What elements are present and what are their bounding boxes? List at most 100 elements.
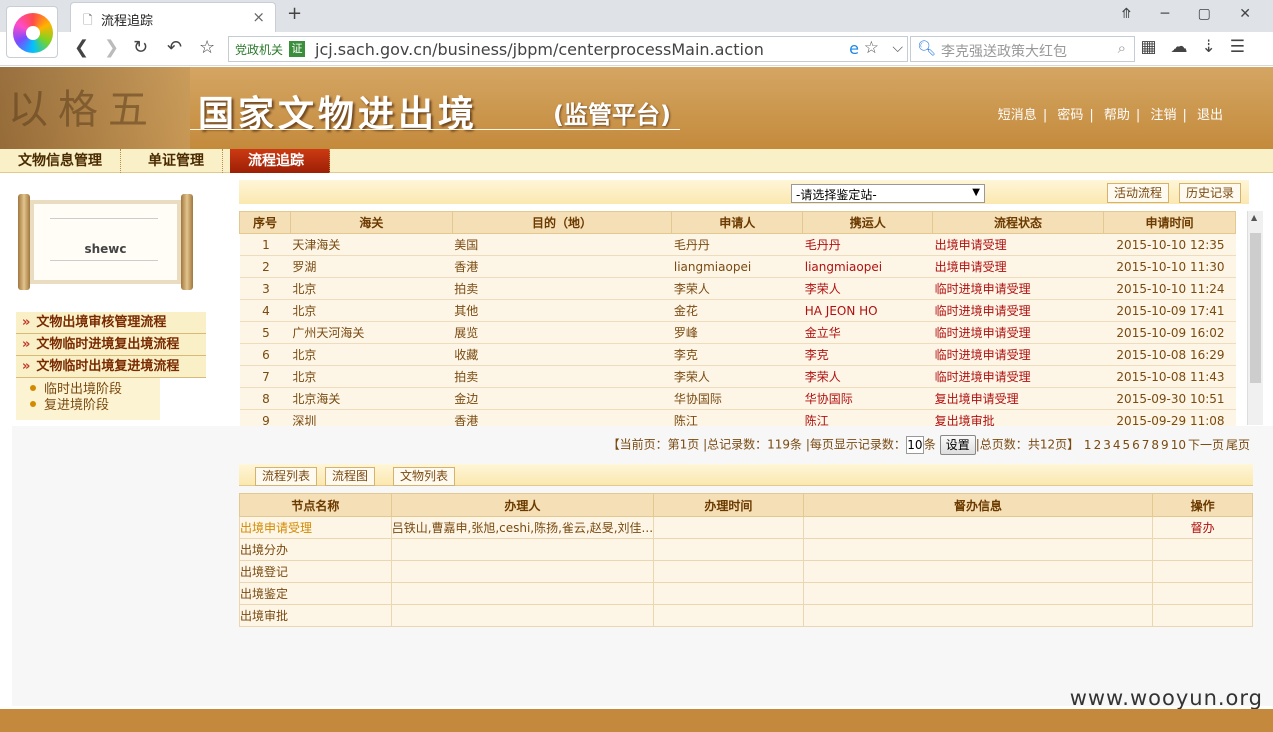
table-row[interactable]: 6 北京 收藏 李克 李克 临时进境申请受理 2015-10-08 16:29 <box>239 343 1236 366</box>
tab-relic-list[interactable]: 文物列表 <box>393 467 456 486</box>
tab-history[interactable]: 历史记录 <box>1179 183 1242 203</box>
forward-icon[interactable]: ❯ <box>104 37 119 59</box>
page-links: 1 2 3 4 5 6 7 8 9 10 下一页 尾页 <box>1083 438 1251 452</box>
window-controls[interactable]: ⤊ ─ ▢ ✕ <box>1121 6 1263 22</box>
address-bar[interactable]: 党政机关 证 jcj.sach.gov.cn/business/jbpm/cen… <box>228 36 908 62</box>
search-icon[interactable]: ⌕ <box>1118 39 1126 57</box>
col-header: 办理时间 <box>653 493 804 517</box>
close-tab-icon[interactable]: × <box>252 8 265 26</box>
set-page-size-button[interactable]: 设置 <box>939 435 976 455</box>
pager-label: 【当前页： <box>607 437 668 452</box>
pager-label: |每页显示记录数： <box>805 437 906 452</box>
cell-status: 临时进境申请受理 <box>932 321 1104 344</box>
toolbar-icons[interactable]: ▦☁⇣☰ <box>1140 37 1259 57</box>
cell-action[interactable]: 督办 <box>1152 516 1253 539</box>
browser-tab[interactable]: 🗋 流程追踪 × <box>70 2 276 32</box>
back-icon[interactable]: ❮ <box>74 37 89 59</box>
tab-flow-list[interactable]: 流程列表 <box>255 467 318 486</box>
table-row[interactable]: 7 北京 拍卖 李荣人 李荣人 临时进境申请受理 2015-10-08 11:43 <box>239 365 1236 388</box>
page-link[interactable]: 8 <box>1151 438 1159 452</box>
page-link[interactable]: 9 <box>1161 438 1169 452</box>
tab-active-flows[interactable]: 活动流程 <box>1107 183 1170 203</box>
ie-mode-icon[interactable]: e <box>849 39 859 58</box>
page-link[interactable]: 尾页 <box>1226 438 1250 452</box>
cell-applicant: 李荣人 <box>671 277 803 300</box>
menu-relic-info[interactable]: 文物信息管理 <box>0 149 121 173</box>
link-exit[interactable]: 退出 <box>1197 108 1223 123</box>
cell-applicant: 罗峰 <box>671 321 803 344</box>
cell-no: 3 <box>239 277 291 300</box>
link-messages[interactable]: 短消息 <box>998 108 1037 123</box>
cell-node-name: 出境分办 <box>239 538 392 561</box>
table-row[interactable]: 5 广州天河海关 展览 罗峰 金立华 临时进境申请受理 2015-10-09 16:02 <box>239 321 1236 344</box>
reload-icon[interactable]: ↻ <box>133 37 148 59</box>
ancient-glyphs: 以格五 <box>8 87 158 133</box>
table-scrollbar[interactable]: ▲ <box>1247 211 1263 425</box>
cell-customs[interactable]: 罗湖 <box>290 255 453 278</box>
favorite-icon[interactable]: ☆ <box>864 38 879 58</box>
page-size-input[interactable]: 10 <box>905 436 924 454</box>
cell-handlers <box>390 560 655 583</box>
table-row: 出境申请受理 吕铁山,曹嘉申,张旭,ceshi,陈扬,雀云,赵旻,刘佳... 督办 <box>239 516 1253 539</box>
submenu-item-temp-export-stage[interactable]: 临时出境阶段 <box>30 382 160 398</box>
page-link[interactable]: 6 <box>1132 438 1140 452</box>
bookmark-star-icon[interactable]: ☆ <box>199 37 215 59</box>
cell-destination: 其他 <box>452 299 672 322</box>
table-row[interactable]: 2 罗湖 香港 liangmiaopei liangmiaopei 出境申请受理 2015-… <box>239 255 1236 278</box>
station-select[interactable]: -请选择鉴定站- ▼ <box>791 184 985 203</box>
table-row[interactable]: 4 北京 其他 金花 HA JEON HO 临时进境申请受理 2015-10-09 17:4… <box>239 299 1236 322</box>
search-box[interactable]: 🔍︎ 李克强送政策大红包 ⌕ <box>910 36 1135 62</box>
menu-process-tracking[interactable]: 流程追踪 <box>230 149 330 173</box>
left-menu-temp-export[interactable]: » 文物临时出境复进境流程 <box>16 356 206 378</box>
scroll-up-icon[interactable]: ▲ <box>1251 213 1257 222</box>
search-input[interactable]: 李克强送政策大红包 <box>941 41 1067 61</box>
cell-customs[interactable]: 北京 <box>290 277 453 300</box>
col-header: 申请人 <box>671 211 804 234</box>
table-row: 出境登记 <box>239 560 1253 583</box>
left-menu-temp-import[interactable]: » 文物临时进境复出境流程 <box>16 334 206 356</box>
left-menu-export-review[interactable]: » 文物出境审核管理流程 <box>16 312 206 334</box>
cell-handle-time <box>653 560 804 583</box>
page-link[interactable]: 2 <box>1094 438 1102 452</box>
table-row[interactable]: 1 天津海关 美国 毛丹丹 毛丹丹 出境申请受理 2015-10-10 12:35 <box>239 233 1236 256</box>
link-help[interactable]: 帮助 <box>1104 108 1130 123</box>
search-engine-icon: 🔍︎ <box>917 39 937 57</box>
page-link[interactable]: 1 <box>1084 438 1092 452</box>
table-row[interactable]: 8 北京海关 金边 华协国际 华协国际 复出境申请受理 2015-09-30 10:51 <box>239 387 1236 410</box>
cell-customs[interactable]: 北京 <box>290 343 453 366</box>
page-link[interactable]: 7 <box>1142 438 1150 452</box>
cell-customs[interactable]: 北京 <box>290 299 453 322</box>
url-text[interactable]: jcj.sach.gov.cn/business/jbpm/centerproc… <box>315 40 764 59</box>
cell-status: 临时进境申请受理 <box>932 277 1104 300</box>
cell-customs[interactable]: 北京 <box>290 365 453 388</box>
submenu-item-reimport-stage[interactable]: 复进境阶段 <box>30 398 160 414</box>
new-tab-button[interactable]: + <box>287 3 302 24</box>
cell-action <box>1152 538 1253 561</box>
page-link[interactable]: 3 <box>1103 438 1111 452</box>
link-password[interactable]: 密码 <box>1057 108 1083 123</box>
cell-destination: 金边 <box>452 387 672 410</box>
scrollbar-thumb[interactable] <box>1250 233 1261 383</box>
link-logout[interactable]: 注销 <box>1150 108 1176 123</box>
cell-time: 2015-10-10 12:35 <box>1103 233 1236 256</box>
page-link[interactable]: 10 <box>1171 438 1186 452</box>
chevron-down-icon[interactable]: ⌵ <box>892 40 903 56</box>
cell-status: 出境申请受理 <box>932 233 1104 256</box>
page-link[interactable]: 5 <box>1122 438 1130 452</box>
cell-no: 2 <box>239 255 291 278</box>
cell-customs[interactable]: 天津海关 <box>290 233 453 256</box>
cell-customs[interactable]: 广州天河海关 <box>290 321 453 344</box>
table-row[interactable]: 3 北京 拍卖 李荣人 李荣人 临时进境申请受理 2015-10-10 11:24 <box>239 277 1236 300</box>
menu-documents[interactable]: 单证管理 <box>130 149 223 173</box>
tab-flow-chart[interactable]: 流程图 <box>325 467 376 486</box>
page-link[interactable]: 下一页 <box>1188 438 1224 452</box>
cell-customs[interactable]: 北京海关 <box>290 387 453 410</box>
cell-handlers <box>390 582 655 605</box>
table-row: 出境审批 <box>239 604 1253 627</box>
browser-logo-icon[interactable] <box>6 6 58 58</box>
cell-destination: 拍卖 <box>452 365 672 388</box>
undo-icon[interactable]: ↶ <box>167 37 182 59</box>
cell-supervise <box>802 538 1154 561</box>
page-link[interactable]: 4 <box>1113 438 1121 452</box>
cert-icon[interactable]: 证 <box>289 41 305 57</box>
